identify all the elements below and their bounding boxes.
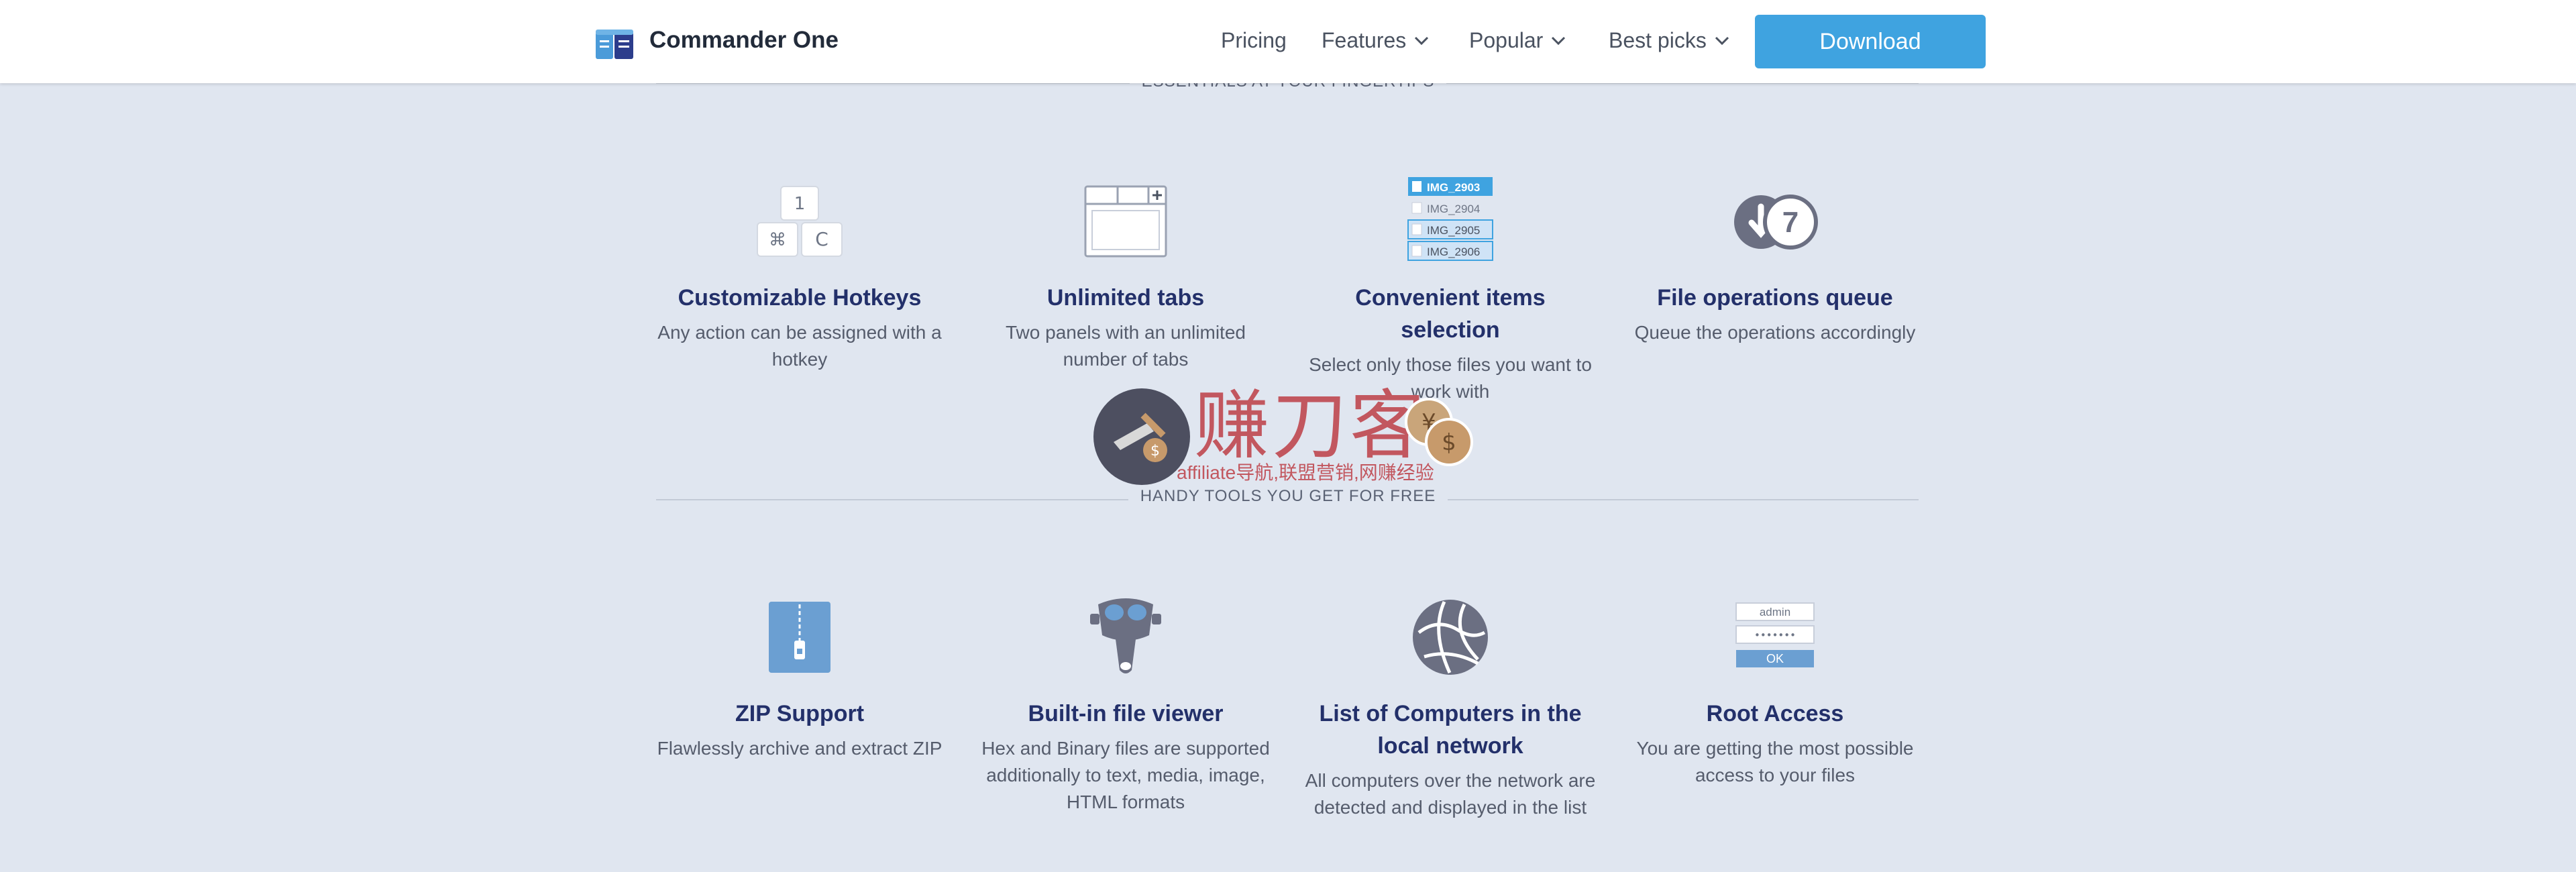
feature-title: Unlimited tabs — [1046, 285, 1205, 311]
chevron-down-icon — [1552, 36, 1566, 45]
queue-number: 7 — [1782, 206, 1799, 239]
download-button[interactable]: Download — [1755, 15, 1986, 68]
section-label-text: HANDY TOOLS YOU GET FOR FREE — [1128, 487, 1448, 505]
nav-popular[interactable]: Popular — [1469, 28, 1566, 53]
operations-queue-icon: 7 — [1734, 195, 1818, 250]
feature-title: File operations queue — [1657, 285, 1893, 311]
nav-best-picks-label: Best picks — [1609, 28, 1707, 52]
svg-text:$: $ — [1442, 429, 1456, 456]
tool-title: ZIP Support — [735, 701, 865, 726]
file-name: IMG_2904 — [1427, 203, 1480, 215]
file-name: IMG_2906 — [1427, 246, 1480, 258]
hotkeys-keyboard-icon: 1 ⌘ C — [757, 186, 843, 257]
network-globe-icon — [1413, 600, 1488, 675]
watermark-logo: $ 赚刀客 ¥ $ affiliate导航,联盟营销,网赚经验 — [1093, 386, 1483, 486]
watermark-main-text: 赚刀客 — [1194, 382, 1428, 470]
tool-title: Built-in file viewer — [1028, 701, 1224, 726]
file-name: IMG_2905 — [1427, 224, 1480, 237]
tool-description: Flawlessly archive and extract ZIP — [657, 738, 943, 759]
feature-description: Queue the operations accordingly — [1634, 322, 1916, 343]
login-username: admin — [1760, 606, 1790, 618]
key-command-label: ⌘ — [769, 230, 786, 250]
nav-features[interactable]: Features — [1322, 28, 1429, 53]
nav-popular-label: Popular — [1469, 28, 1544, 52]
nav-features-label: Features — [1322, 28, 1407, 52]
feature-description: Two panels with an unlimited number of t… — [1006, 322, 1246, 370]
watermark-subtitle: affiliate导航,联盟营销,网赚经验 — [1177, 462, 1434, 483]
login-form-icon: admin ••••••• OK — [1735, 602, 1815, 667]
nav-best-picks[interactable]: Best picks — [1609, 28, 1729, 53]
login-password: ••••••• — [1754, 629, 1796, 641]
tool-description: You are getting the most possible access… — [1636, 738, 1914, 785]
binoculars-viewer-icon — [1090, 598, 1161, 673]
key-1-label: 1 — [794, 194, 806, 214]
key-c-label: C — [815, 228, 828, 250]
tool-title: Root Access — [1706, 701, 1844, 726]
chevron-down-icon — [1715, 36, 1729, 45]
section-label-handy-tools: HANDY TOOLS YOU GET FOR FREE — [0, 487, 2576, 506]
tool-title: List of Computers in the local network — [1319, 701, 1582, 759]
nav-pricing[interactable]: Pricing — [1221, 28, 1287, 53]
tool-description: Hex and Binary files are supported addit… — [981, 738, 1270, 812]
watermark-circle-icon: $ — [1093, 388, 1190, 485]
svg-text:$: $ — [1150, 443, 1160, 459]
tool-description: All computers over the network are detec… — [1305, 770, 1596, 818]
file-name: IMG_2903 — [1427, 181, 1480, 194]
feature-title: Convenient items selection — [1355, 285, 1546, 343]
login-ok-label: OK — [1766, 652, 1784, 665]
feature-title: Customizable Hotkeys — [678, 285, 922, 311]
brand-name[interactable]: Commander One — [649, 27, 839, 54]
zip-archive-icon — [769, 602, 830, 673]
chevron-down-icon — [1415, 36, 1429, 45]
nav-pricing-label: Pricing — [1221, 28, 1287, 52]
feature-description: Any action can be assigned with a hotkey — [657, 322, 942, 370]
file-selection-list-icon: IMG_2903 IMG_2904 IMG_2905 IMG_2906 — [1407, 177, 1493, 261]
top-navigation-bar: Commander One Pricing Features Popular B… — [0, 0, 2576, 83]
tabs-window-icon — [1084, 185, 1167, 258]
commander-one-logo-icon[interactable] — [594, 28, 635, 62]
